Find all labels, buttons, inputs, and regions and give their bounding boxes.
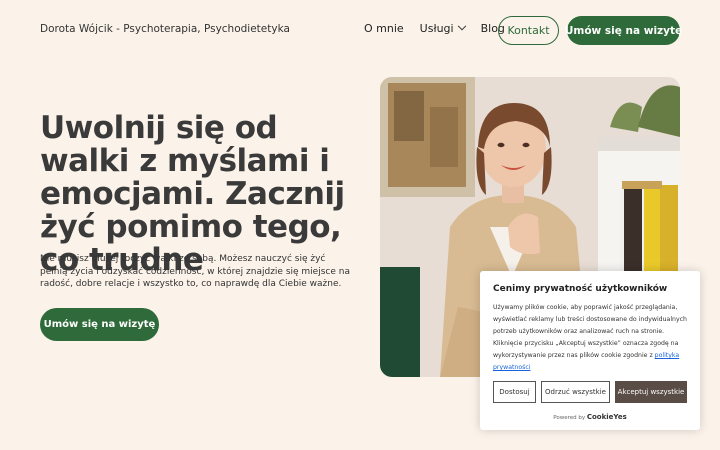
nav-item-uslugi[interactable]: Usługi	[419, 21, 466, 35]
cookieyes-logo[interactable]: CookieYes	[587, 413, 627, 421]
book-visit-button-header[interactable]: Umów się na wizytę	[565, 16, 682, 45]
cookie-powered-by: Powered by CookieYes	[480, 413, 700, 421]
main-nav: O mnie Usługi Blog	[364, 21, 505, 35]
site-header: Dorota Wójcik - Psychoterapia, Psychodie…	[0, 0, 720, 60]
chevron-down-icon	[457, 21, 466, 30]
cookie-reject-all-button[interactable]: Odrzuć wszystkie	[541, 381, 610, 403]
nav-label: Usługi	[419, 22, 454, 35]
cookie-consent-banner: Cenimy prywatność użytkowników Używamy p…	[480, 271, 700, 430]
hero-description: Nie musisz dłużej toczyć walki ze sobą. …	[40, 254, 350, 289]
book-visit-button-hero[interactable]: Umów się na wizytę	[40, 308, 159, 341]
nav-label: O mnie	[364, 22, 404, 35]
cookie-description-text: Używamy plików cookie, aby poprawić jako…	[493, 304, 687, 359]
cookie-accept-all-button[interactable]: Akceptuj wszystkie	[615, 381, 687, 403]
cookie-customize-button[interactable]: Dostosuj	[493, 381, 536, 403]
nav-item-o-mnie[interactable]: O mnie	[364, 22, 404, 35]
cookie-description: Używamy plików cookie, aby poprawić jako…	[493, 302, 689, 374]
cookie-title: Cenimy prywatność użytkowników	[493, 284, 668, 294]
site-brand[interactable]: Dorota Wójcik - Psychoterapia, Psychodie…	[40, 23, 290, 35]
contact-button[interactable]: Kontakt	[498, 16, 559, 45]
powered-by-text: Powered by	[553, 415, 586, 421]
